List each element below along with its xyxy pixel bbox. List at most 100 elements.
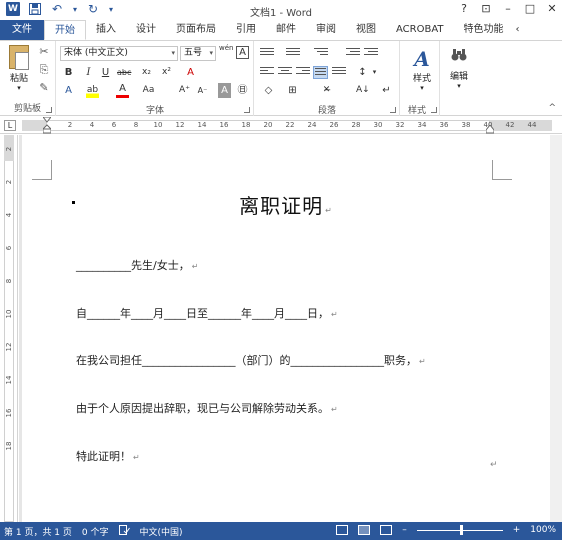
restore-button[interactable]: □ xyxy=(524,2,536,15)
distributed-icon[interactable] xyxy=(332,67,346,79)
font-launcher-icon[interactable] xyxy=(244,107,250,113)
redo-icon[interactable]: ↻ xyxy=(86,2,100,16)
font-group-label: 字体 xyxy=(145,106,164,116)
strikethrough-button[interactable]: abc xyxy=(117,65,131,80)
undo-dropdown-icon[interactable]: ▾ xyxy=(72,2,78,16)
chinese-layout-icon[interactable]: ✕̶ xyxy=(320,83,333,98)
enclose-characters-icon[interactable]: ㊐ xyxy=(236,83,249,98)
right-indent-marker[interactable] xyxy=(486,125,494,134)
paste-dropdown-icon: ▾ xyxy=(17,84,21,92)
read-mode-icon[interactable] xyxy=(336,525,349,535)
increase-indent-icon[interactable] xyxy=(364,48,378,60)
web-layout-icon[interactable] xyxy=(380,525,393,535)
format-painter-icon[interactable]: ✎ xyxy=(37,81,51,95)
ruler-number: 24 xyxy=(307,121,317,129)
close-button[interactable]: ✕ xyxy=(546,2,558,15)
tab-design[interactable]: 设计 xyxy=(126,20,166,40)
minimize-button[interactable]: – xyxy=(502,2,514,15)
tab-selector[interactable]: L xyxy=(4,120,16,131)
vertical-ruler-number: 10 xyxy=(5,309,13,319)
borders-icon[interactable]: ⊞ xyxy=(286,83,299,98)
tab-insert[interactable]: 插入 xyxy=(86,20,126,40)
ruler-number: 12 xyxy=(175,121,185,129)
shrink-font-icon[interactable]: A⁻ xyxy=(196,83,209,98)
tab-review[interactable]: 审阅 xyxy=(306,20,346,40)
zoom-out-button[interactable]: – xyxy=(402,525,407,535)
text-effects-icon[interactable]: A xyxy=(62,83,75,98)
vertical-ruler-number: 6 xyxy=(5,245,13,251)
zoom-slider[interactable] xyxy=(416,524,503,535)
character-border-icon[interactable]: A xyxy=(236,46,249,59)
zoom-level[interactable]: 100% xyxy=(530,525,556,535)
sort-icon[interactable]: A↓ xyxy=(356,83,370,98)
phonetic-guide-icon[interactable]: wén xyxy=(219,44,233,59)
align-center-icon[interactable] xyxy=(278,67,292,79)
document-page[interactable]: 离职证明 ↵ __________先生/女士， ↵ 自______年____月___… xyxy=(22,135,550,522)
superscript-button[interactable]: x² xyxy=(160,65,173,80)
zoom-slider-thumb[interactable] xyxy=(459,524,463,535)
proofing-icon[interactable] xyxy=(118,525,130,538)
tab-acrobat[interactable]: ACROBAT xyxy=(386,20,454,40)
tab-view[interactable]: 视图 xyxy=(346,20,386,40)
show-paragraph-marks-icon[interactable]: ↵ xyxy=(380,83,393,98)
save-icon[interactable] xyxy=(28,2,42,16)
change-case-icon[interactable]: Aa xyxy=(142,83,155,98)
bold-button[interactable]: B xyxy=(62,65,75,80)
align-left-icon[interactable] xyxy=(260,67,274,79)
justify-icon[interactable] xyxy=(313,66,328,79)
clear-formatting-icon[interactable]: A xyxy=(184,65,197,80)
print-layout-icon[interactable] xyxy=(358,525,371,535)
editing-button[interactable]: 编辑 ▾ xyxy=(446,47,472,90)
highlight-color-icon[interactable]: ab xyxy=(86,83,99,98)
paragraph-launcher-icon[interactable] xyxy=(390,107,396,113)
align-right-icon[interactable] xyxy=(296,67,310,79)
ribbon-display-options-button[interactable]: ⊡ xyxy=(480,2,492,15)
tab-layout[interactable]: 页面布局 xyxy=(166,20,226,40)
italic-button[interactable]: I xyxy=(82,65,95,80)
bullets-icon[interactable] xyxy=(260,48,274,60)
font-name-select[interactable]: 宋体 (中文正文) ▾ xyxy=(60,46,178,61)
ruler-number: 42 xyxy=(505,121,515,129)
styles-launcher-icon[interactable] xyxy=(431,107,437,113)
font-color-icon[interactable]: A xyxy=(116,83,129,98)
tab-mailings[interactable]: 邮件 xyxy=(266,20,306,40)
numbering-icon[interactable] xyxy=(286,48,300,60)
first-line-indent-marker[interactable] xyxy=(43,117,51,134)
zoom-in-button[interactable]: + xyxy=(513,525,521,535)
ruler-number: 18 xyxy=(241,121,251,129)
character-shading-icon[interactable]: A xyxy=(218,83,231,98)
clipboard-launcher-icon[interactable] xyxy=(46,107,52,113)
customize-qat-icon[interactable]: ▾ xyxy=(108,2,114,16)
tab-file[interactable]: 文件 xyxy=(0,20,44,40)
subscript-button[interactable]: x₂ xyxy=(140,65,153,80)
undo-icon[interactable]: ↶ xyxy=(50,2,64,16)
help-button[interactable]: ? xyxy=(458,2,470,15)
font-size-select[interactable]: 五号 ▾ xyxy=(180,46,216,61)
collapse-ribbon-button[interactable]: ^ xyxy=(548,103,556,113)
cut-icon[interactable]: ✂ xyxy=(37,45,51,59)
tab-scroll-button[interactable]: ‹ xyxy=(514,20,522,40)
font-name-dropdown-icon: ▾ xyxy=(171,49,175,57)
vertical-ruler-number: 8 xyxy=(5,278,13,284)
grow-font-icon[interactable]: A⁺ xyxy=(178,83,191,98)
underline-button[interactable]: U xyxy=(99,65,112,80)
decrease-indent-icon[interactable] xyxy=(346,48,360,60)
tab-references[interactable]: 引用 xyxy=(226,20,266,40)
ruler-right-margin xyxy=(490,120,552,131)
language-indicator[interactable]: 中文(中国) xyxy=(140,525,183,538)
vertical-scrollbar[interactable] xyxy=(550,135,562,522)
paste-button[interactable]: 粘贴 ▾ xyxy=(6,45,32,92)
doc-line-position-text: 在我公司担任_________________（部门）的____________… xyxy=(76,354,417,367)
line-spacing-dropdown-icon[interactable]: ▾ xyxy=(368,65,381,80)
vertical-ruler-track[interactable] xyxy=(4,135,14,522)
styles-button[interactable]: A 样式 ▾ xyxy=(408,47,436,92)
word-count[interactable]: 0 个字 xyxy=(82,525,109,538)
paragraph-mark: ↵ xyxy=(133,453,140,462)
font-size-dropdown-icon: ▾ xyxy=(209,49,213,57)
tab-home[interactable]: 开始 xyxy=(44,20,86,40)
multilevel-list-icon[interactable] xyxy=(314,48,328,60)
tab-special[interactable]: 特色功能 xyxy=(454,20,514,40)
copy-icon[interactable]: ⎘ xyxy=(37,63,51,77)
page-count[interactable]: 第 1 页，共 1 页 xyxy=(4,525,72,538)
paragraph-shading-icon[interactable]: ◇ xyxy=(262,83,275,98)
